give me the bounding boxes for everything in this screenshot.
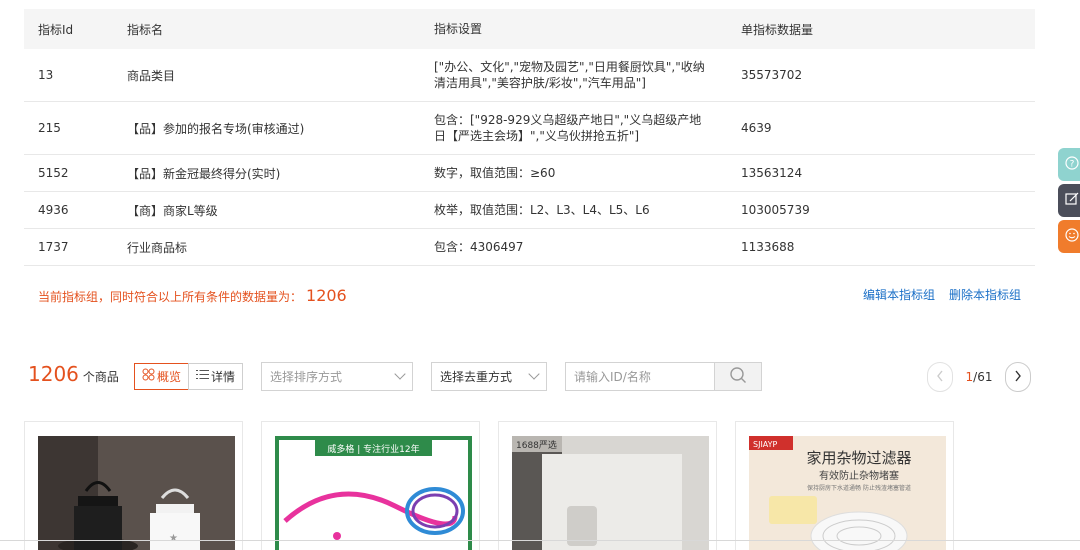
delete-group-link[interactable]: 删除本指标组 bbox=[949, 286, 1021, 303]
cell-setting: 包含：["928-929义乌超级产地日","义乌超级产地日【严选主会场】","义… bbox=[434, 113, 702, 143]
card-banner-text: 威多格 | 专注行业12年 bbox=[327, 443, 419, 455]
cell-id: 4936 bbox=[38, 203, 69, 217]
header-id: 指标Id bbox=[38, 22, 74, 37]
current-page: 1 bbox=[965, 370, 974, 384]
card-sub-text: 有效防止杂物堵塞 bbox=[819, 469, 899, 482]
cell-count: 1133688 bbox=[741, 240, 795, 254]
table-row: 1737 行业商品标 包含：4306497 1133688 bbox=[24, 229, 1035, 266]
card-brand-text: SJIAYP bbox=[753, 440, 778, 449]
header-setting: 指标设置 bbox=[434, 22, 483, 36]
view-toggle: 概览 详情 bbox=[134, 363, 244, 390]
cell-name: 【品】参加的报名专场(审核通过) bbox=[127, 121, 305, 136]
edit-icon bbox=[1065, 192, 1079, 209]
svg-text:★: ★ bbox=[169, 533, 178, 544]
divider bbox=[0, 540, 1080, 541]
tab-overview[interactable]: 概览 bbox=[134, 363, 190, 390]
help-icon: ? bbox=[1065, 156, 1079, 173]
cell-setting: 数字，取值范围：≥60 bbox=[434, 166, 556, 180]
chevron-right-icon bbox=[1014, 370, 1022, 385]
total-pages: /61 bbox=[973, 370, 993, 384]
product-leash-image: 威多格 | 专注行业12年 bbox=[275, 436, 472, 550]
pagination: 1/61 bbox=[927, 362, 1031, 392]
group-actions: 编辑本指标组 删除本指标组 bbox=[863, 286, 1021, 303]
cell-name: 商品类目 bbox=[127, 68, 176, 83]
cell-count: 103005739 bbox=[741, 203, 810, 217]
search-input[interactable] bbox=[566, 363, 714, 390]
cell-id: 13 bbox=[38, 68, 54, 82]
product-grid: ★ 威多格 | 专注行业12年 1688严选 SJIAYP 家用杂物过滤器 有效… bbox=[24, 421, 954, 550]
card-tag-text: 1688严选 bbox=[516, 439, 557, 451]
cell-setting: ["办公、文化","宠物及园艺","日用餐厨饮具","收纳清洁用具","美容护肤… bbox=[434, 60, 705, 90]
service-button[interactable] bbox=[1058, 220, 1080, 253]
table-row: 13 商品类目 ["办公、文化","宠物及园艺","日用餐厨饮具","收纳清洁用… bbox=[24, 49, 1035, 102]
next-page-button[interactable] bbox=[1005, 362, 1031, 392]
table-row: 4936 【商】商家L等级 枚举，取值范围：L2、L3、L4、L5、L6 103… bbox=[24, 192, 1035, 229]
header-count: 单指标数据量 bbox=[741, 22, 814, 37]
table-row: 215 【品】参加的报名专场(审核通过) 包含：["928-929义乌超级产地日… bbox=[24, 102, 1035, 155]
group-summary: 当前指标组，同时符合以上所有条件的数据量为： 1206 bbox=[38, 286, 347, 305]
search-button[interactable] bbox=[714, 363, 761, 390]
product-hook-image: 1688严选 bbox=[512, 436, 709, 550]
header-name: 指标名 bbox=[127, 22, 164, 37]
tab-overview-label: 概览 bbox=[157, 370, 182, 384]
edit-group-link[interactable]: 编辑本指标组 bbox=[863, 286, 935, 303]
product-count-value: 1206 bbox=[28, 362, 79, 386]
product-count: 1206 个商品 bbox=[28, 362, 119, 386]
feedback-button[interactable] bbox=[1058, 184, 1080, 217]
floating-tools: ? bbox=[1058, 148, 1080, 256]
sort-select[interactable]: 选择排序方式 bbox=[261, 362, 413, 391]
sort-select-placeholder: 选择排序方式 bbox=[270, 370, 343, 384]
chevron-left-icon bbox=[936, 370, 944, 385]
summary-label: 当前指标组，同时符合以上所有条件的数据量为： bbox=[38, 290, 303, 304]
chevron-down-icon bbox=[528, 368, 540, 380]
product-card[interactable]: 1688严选 bbox=[498, 421, 717, 550]
product-drain-filter-image: SJIAYP 家用杂物过滤器 有效防止杂物堵塞 保持厨房下水道通畅 防止残渣堵塞… bbox=[749, 436, 946, 550]
overview-icon bbox=[142, 368, 155, 385]
cell-id: 215 bbox=[38, 121, 61, 135]
search-box bbox=[565, 362, 762, 391]
chevron-down-icon bbox=[394, 368, 406, 380]
card-small-text: 保持厨房下水道通畅 防止残渣堵塞管道 bbox=[807, 484, 911, 492]
cell-setting: 包含：4306497 bbox=[434, 240, 524, 254]
tab-detail[interactable]: 详情 bbox=[188, 363, 244, 390]
table-row: 5152 【品】新金冠最终得分(实时) 数字，取值范围：≥60 13563124 bbox=[24, 155, 1035, 192]
cell-count: 35573702 bbox=[741, 68, 803, 82]
list-icon bbox=[196, 369, 210, 384]
summary-value: 1206 bbox=[306, 286, 347, 305]
page-indicator: 1/61 bbox=[953, 370, 1005, 384]
cell-name: 【品】新金冠最终得分(实时) bbox=[127, 166, 281, 181]
product-card[interactable]: ★ bbox=[24, 421, 243, 550]
dedupe-select-label: 选择去重方式 bbox=[440, 370, 513, 384]
card-title-text: 家用杂物过滤器 bbox=[806, 449, 911, 467]
product-toolbar: 1206 个商品 概览 详情 选择排序方式 选择去重方式 请输入ID/名称 1/… bbox=[28, 360, 1038, 393]
product-card[interactable]: SJIAYP 家用杂物过滤器 有效防止杂物堵塞 保持厨房下水道通畅 防止残渣堵塞… bbox=[735, 421, 954, 550]
cell-count: 13563124 bbox=[741, 166, 803, 180]
cell-name: 【商】商家L等级 bbox=[127, 203, 218, 218]
dedupe-select[interactable]: 选择去重方式 bbox=[431, 362, 547, 391]
table-header: 指标Id 指标名 指标设置 单指标数据量 bbox=[24, 9, 1035, 49]
indicator-table: 指标Id 指标名 指标设置 单指标数据量 13 商品类目 ["办公、文化","宠… bbox=[24, 9, 1035, 266]
product-count-unit: 个商品 bbox=[82, 370, 119, 384]
cell-id: 5152 bbox=[38, 166, 69, 180]
product-lantern-image: ★ bbox=[38, 436, 235, 550]
smile-icon bbox=[1065, 228, 1079, 245]
search-icon bbox=[729, 366, 747, 387]
svg-text:?: ? bbox=[1070, 160, 1075, 170]
cell-setting: 枚举，取值范围：L2、L3、L4、L5、L6 bbox=[434, 203, 650, 217]
help-button[interactable]: ? bbox=[1058, 148, 1080, 181]
tab-detail-label: 详情 bbox=[211, 370, 236, 384]
product-card[interactable]: 威多格 | 专注行业12年 bbox=[261, 421, 480, 550]
cell-count: 4639 bbox=[741, 121, 772, 135]
prev-page-button[interactable] bbox=[927, 362, 953, 392]
cell-id: 1737 bbox=[38, 240, 69, 254]
cell-name: 行业商品标 bbox=[127, 240, 188, 255]
